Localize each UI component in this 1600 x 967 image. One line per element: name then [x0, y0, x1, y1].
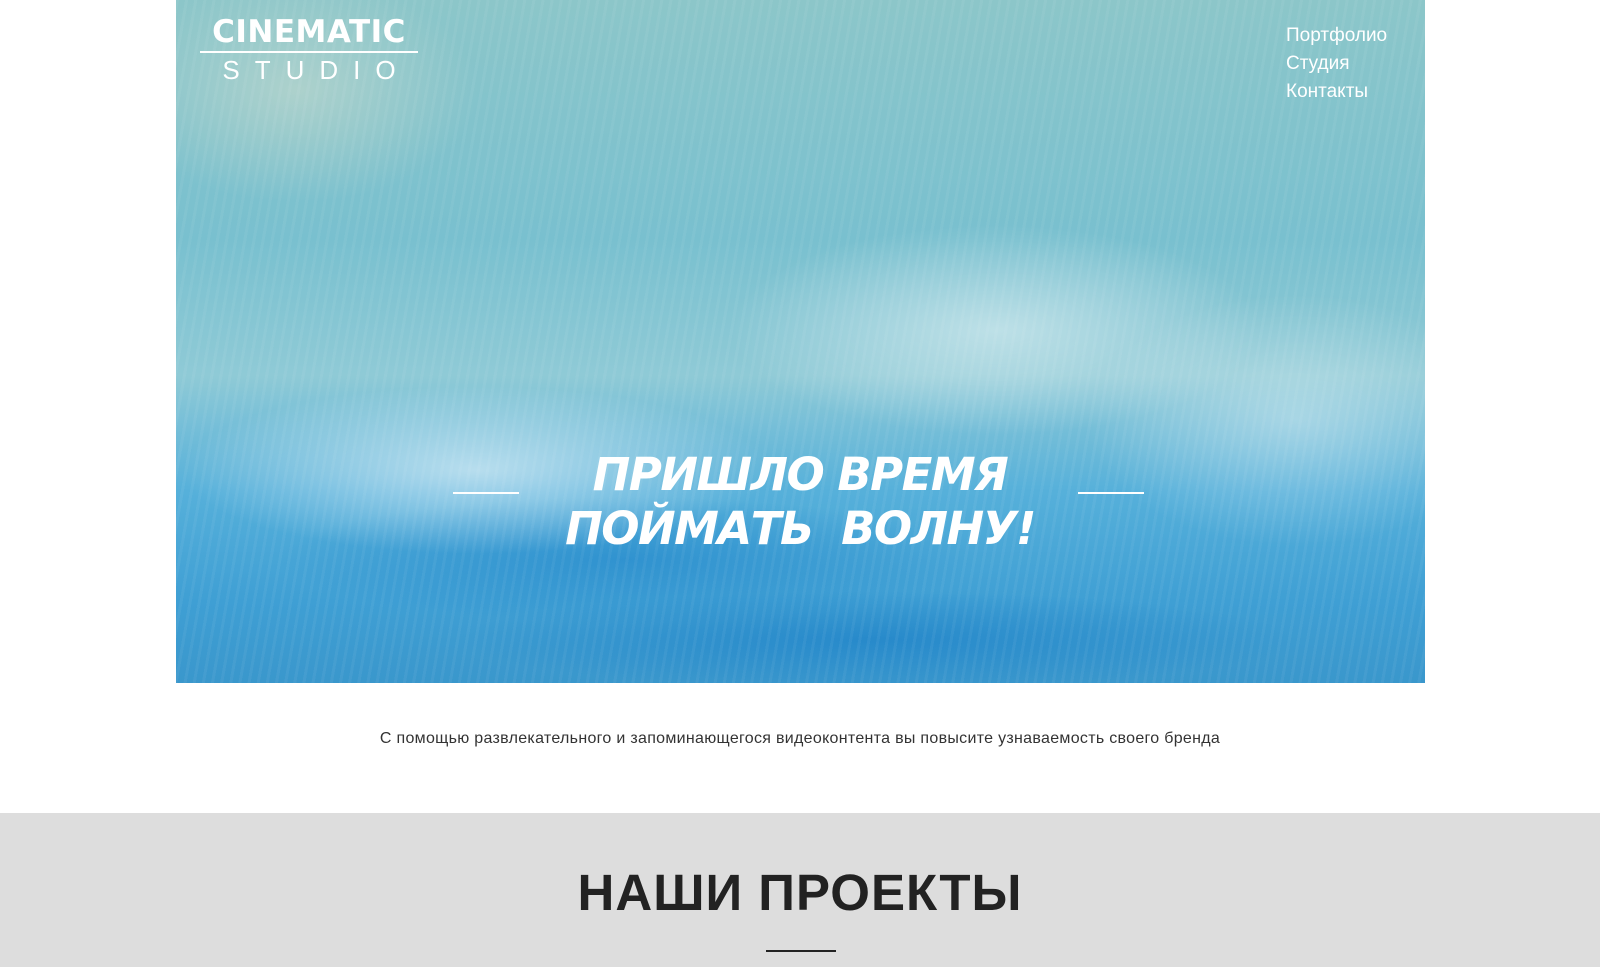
projects-section: НАШИ ПРОЕКТЫ: [0, 813, 1600, 967]
nav-item-studio[interactable]: Студия: [1286, 50, 1387, 78]
headline-dash-right: [1078, 492, 1144, 494]
projects-title: НАШИ ПРОЕКТЫ: [577, 864, 1023, 921]
hero-headline-line2: ПОЙМАТЬ ВОЛНУ!: [565, 502, 1036, 555]
logo-divider: [200, 51, 418, 53]
logo-title: CINEMATIC: [212, 14, 406, 50]
hero-headline: ПРИШЛО ВРЕМЯ ПОЙМАТЬ ВОЛНУ!: [450, 448, 1150, 556]
studio-logo[interactable]: CINEMATIC STUDIO: [200, 16, 418, 83]
main-nav: Портфолио Студия Контакты: [1286, 22, 1387, 106]
intro-text: С помощью развлекательного и запоминающе…: [379, 730, 1221, 747]
logo-subtitle: STUDIO: [222, 55, 411, 85]
nav-item-contacts[interactable]: Контакты: [1286, 78, 1387, 106]
hero-banner: [176, 0, 1425, 683]
projects-title-underline: [766, 950, 836, 952]
nav-item-portfolio[interactable]: Портфолио: [1286, 22, 1387, 50]
hero-headline-line1: ПРИШЛО ВРЕМЯ: [592, 448, 1009, 501]
